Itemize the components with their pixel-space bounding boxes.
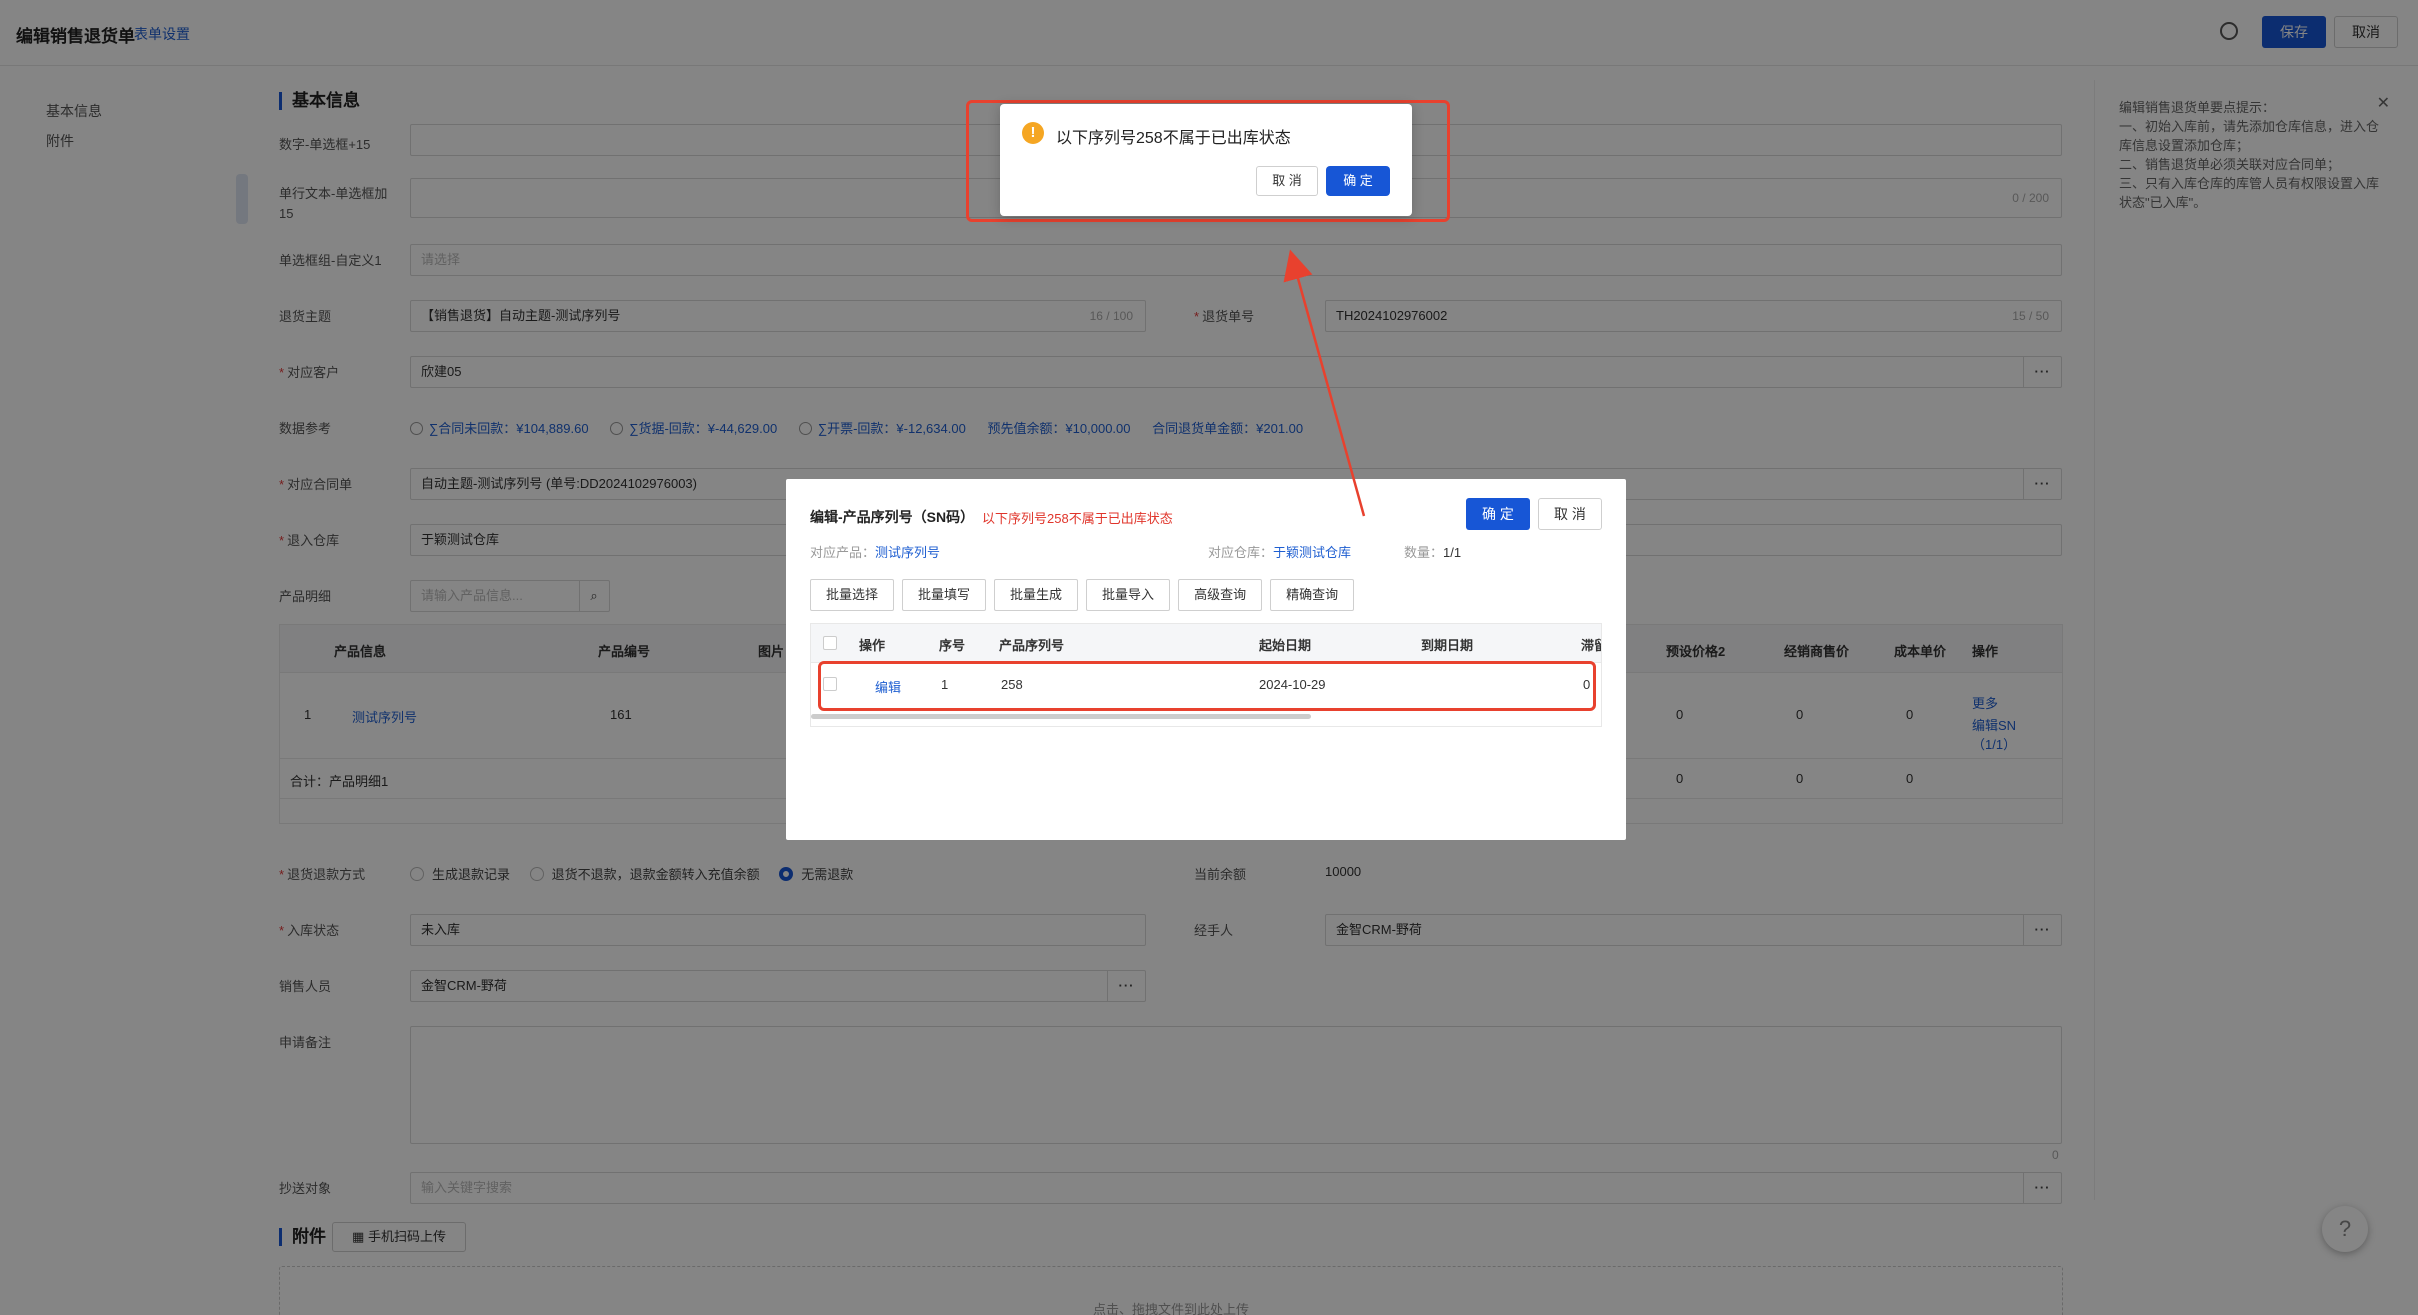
confirm-ok-button[interactable]: 确 定: [1326, 166, 1390, 196]
warning-icon: !: [1022, 122, 1044, 144]
confirm-cancel-button[interactable]: 取 消: [1256, 166, 1318, 196]
confirm-message: 以下序列号258不属于已出库状态: [1056, 130, 1291, 147]
confirm-dialog: ! 以下序列号258不属于已出库状态 取 消 确 定: [1000, 104, 1412, 216]
